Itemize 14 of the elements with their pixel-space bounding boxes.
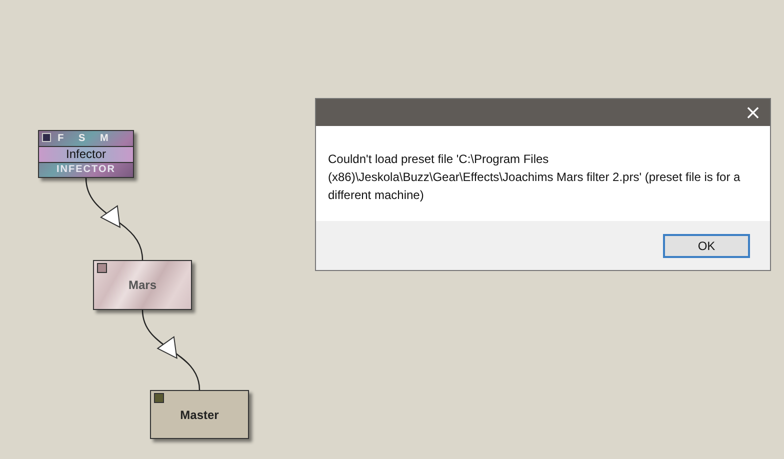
machine-logo: INFECTOR <box>56 163 116 177</box>
machine-node[interactable]: Mars <box>93 260 192 310</box>
machine-header: F S M <box>58 132 114 146</box>
status-led-icon <box>154 393 164 403</box>
machine-name: Master <box>180 408 219 422</box>
status-led-icon <box>42 133 51 142</box>
machine-node[interactable]: F S M Infector INFECTOR <box>38 130 134 178</box>
machine-name: Mars <box>128 278 156 292</box>
machine-name: Infector <box>39 146 133 163</box>
status-led-icon <box>97 263 107 273</box>
machine-node[interactable]: Master <box>150 390 249 439</box>
ok-button[interactable]: OK <box>663 234 750 258</box>
close-button[interactable]: × <box>736 99 770 126</box>
error-message: Couldn't load preset file 'C:\Program Files (x86)\Jeskola\Buzz\Gear\Effects\Joachims Mars filter 2.prs' (preset file is for a different machine) <box>328 151 742 204</box>
